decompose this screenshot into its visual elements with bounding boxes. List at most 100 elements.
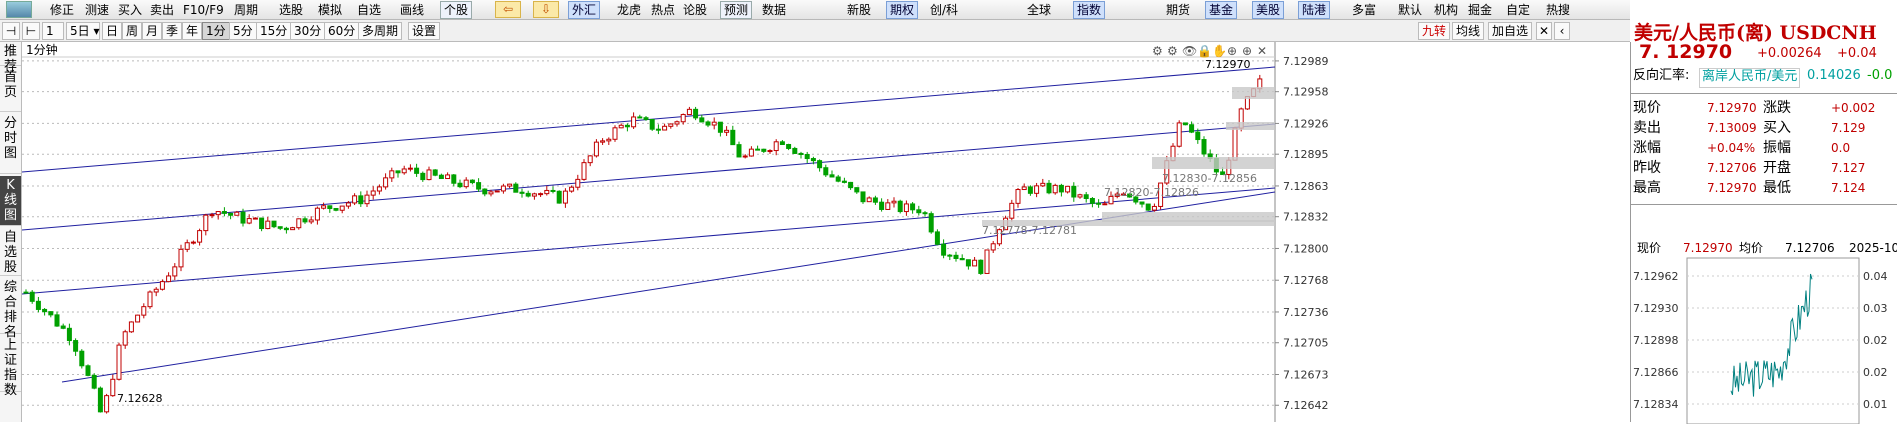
quote-value: 0.0 [1831,141,1851,155]
toolbar-item-global[interactable]: 全球 [1027,3,1051,17]
period-season[interactable]: 季 [162,22,183,40]
period-day[interactable]: 日 [102,22,123,40]
toolbar-item-data[interactable]: 数据 [762,3,786,17]
quote-change: +0.00264 [1757,46,1822,61]
quote-value: 7.127 [1831,161,1866,175]
period-oneday[interactable]: 1 [42,22,64,40]
candle-body [1145,203,1151,211]
candle-body [79,350,85,367]
toolbar-item-hot-search[interactable]: 热搜 [1546,3,1570,17]
candle-body [885,202,891,210]
toolbar-item-speed[interactable]: 测速 [85,3,109,17]
quote-value: +0.04% [1707,141,1756,155]
period-week[interactable]: 周 [122,22,143,40]
mini-r-tick: 0.01 [1863,398,1888,411]
toolbar-item-duofu[interactable]: 多富 [1352,3,1376,17]
candle-body [575,178,581,188]
btn-ma[interactable]: 均线 [1452,22,1485,40]
period-5min[interactable]: 5分 [229,22,257,40]
y-tick-label: 7.12958 [1283,86,1329,99]
toolbar-item-draw[interactable]: 画线 [400,3,424,17]
candle-body [1189,124,1195,133]
kline-chart[interactable]: 1分钟 7.12989 7.12958 7.12926 7.12895 7.12863 7.… [22,42,1630,422]
toolbar-item-hk-connect[interactable]: 陆港 [1298,1,1331,19]
toolbar-item-stock[interactable]: 个股 [440,1,473,19]
btn-add-watch[interactable]: 加自选 [1488,22,1533,40]
toolbar-item-default[interactable]: 默认 [1398,3,1422,17]
candle-body [407,167,413,170]
toolbar-item-hotspot[interactable]: 热点 [651,3,675,17]
toolbar-item-buy[interactable]: 买入 [118,3,142,17]
toolbar-item-forex[interactable]: 外汇 [568,1,601,19]
settings-icon[interactable]: ⚙ [1167,44,1178,58]
prev-icon[interactable]: ⊣ [2,22,20,40]
candle-body [891,200,897,204]
down-arrow-icon[interactable]: ⇩ [533,1,559,18]
toolbar-item-us-stock[interactable]: 美股 [1252,1,1285,19]
candle-body [259,217,265,230]
toolbar-item-watchlist[interactable]: 自选 [357,3,381,17]
candle-body [147,291,153,308]
left-tab-4[interactable]: 自选股 [0,228,21,276]
period-5day[interactable]: 5日 ▾ [66,22,100,40]
left-tab-1[interactable]: 首页 [0,68,21,112]
toolbar-item-chuangke[interactable]: 创/科 [930,3,958,17]
candle-body [457,182,463,188]
toolbar-item-dragon[interactable]: 龙虎 [617,3,641,17]
left-arrow-icon[interactable]: ⇦ [495,1,521,18]
left-tab-2[interactable]: 分时图 [0,114,21,174]
toolbar-item-gold[interactable]: 掘金 [1468,3,1492,17]
toolbar-item-f10[interactable]: F10/F9 [183,3,224,17]
left-tab-3[interactable]: K线图 [0,176,21,226]
plus-icon[interactable]: ⊕ [1242,44,1252,58]
candle-body [990,243,996,251]
toolbar-item-forecast[interactable]: 预测 [720,1,753,19]
gear-icon[interactable]: ⚙ [1152,44,1163,58]
period-month[interactable]: 月 [142,22,163,40]
candle-body [1077,194,1083,198]
toolbar-item-select-stock[interactable]: 选股 [279,3,303,17]
candle-body [798,152,804,155]
left-tab-5[interactable]: 综合排名 [0,278,21,340]
app-logo-icon[interactable] [6,1,32,18]
chevron-left-icon[interactable]: ‹ [1554,22,1570,40]
toolbar-item-period[interactable]: 周期 [234,3,258,17]
candle-body [1182,122,1188,126]
hand-icon[interactable]: ✋ [1212,44,1227,58]
candle-body [141,306,147,316]
period-multi[interactable]: 多周期 [358,22,403,40]
quote-panel: 7. 12970 +0.00264 +0.04 反向汇率: 离岸人民币/美元 0… [1630,42,1897,424]
candle-body [544,189,550,195]
toolbar-item-ipo[interactable]: 新股 [847,3,871,17]
eye-icon[interactable]: 👁 [1182,44,1197,58]
toolbar-item-funds[interactable]: 基金 [1205,1,1238,19]
lock-icon[interactable]: 🔒 [1197,44,1212,58]
period-1min[interactable]: 1分 [202,22,230,40]
period-15min[interactable]: 15分 [256,22,292,40]
candle-body [314,207,320,221]
zoom-in-icon[interactable]: ⊕ [1227,44,1237,58]
btn-jiuzhuan[interactable]: 九转 [1418,22,1451,40]
left-tab-6[interactable]: 上证指数 [0,336,21,398]
period-bar: ⊣ ⊢ 1 5日 ▾ 日 周 月 季 年 1分 5分 15分 30分 60分 多… [0,20,1630,42]
toolbar-item-futures[interactable]: 期货 [1166,3,1190,17]
toolbar-item-fix[interactable]: 修正 [50,3,74,17]
close-icon[interactable]: ✕ [1257,44,1267,58]
toolbar-item-discuss[interactable]: 论股 [683,3,707,17]
toolbar-item-sell[interactable]: 卖出 [150,3,174,17]
reverse-pair[interactable]: 离岸人民币/美元 [1699,68,1801,88]
close-icon[interactable]: ✕ [1536,22,1552,40]
toolbar-item-custom[interactable]: 自定 [1506,3,1530,17]
toolbar-item-options[interactable]: 期权 [886,1,919,19]
period-settings[interactable]: 设置 [408,22,441,40]
period-30min[interactable]: 30分 [290,22,326,40]
left-tab-0[interactable]: 推荐 [0,42,21,74]
quote-label: 振幅 [1763,140,1791,156]
period-year[interactable]: 年 [182,22,203,40]
candle-body [85,365,91,376]
toolbar-item-index[interactable]: 指数 [1073,1,1106,19]
next-icon[interactable]: ⊢ [22,22,40,40]
toolbar-item-institution[interactable]: 机构 [1434,3,1458,17]
toolbar-item-simulate[interactable]: 模拟 [318,3,342,17]
period-60min[interactable]: 60分 [324,22,360,40]
